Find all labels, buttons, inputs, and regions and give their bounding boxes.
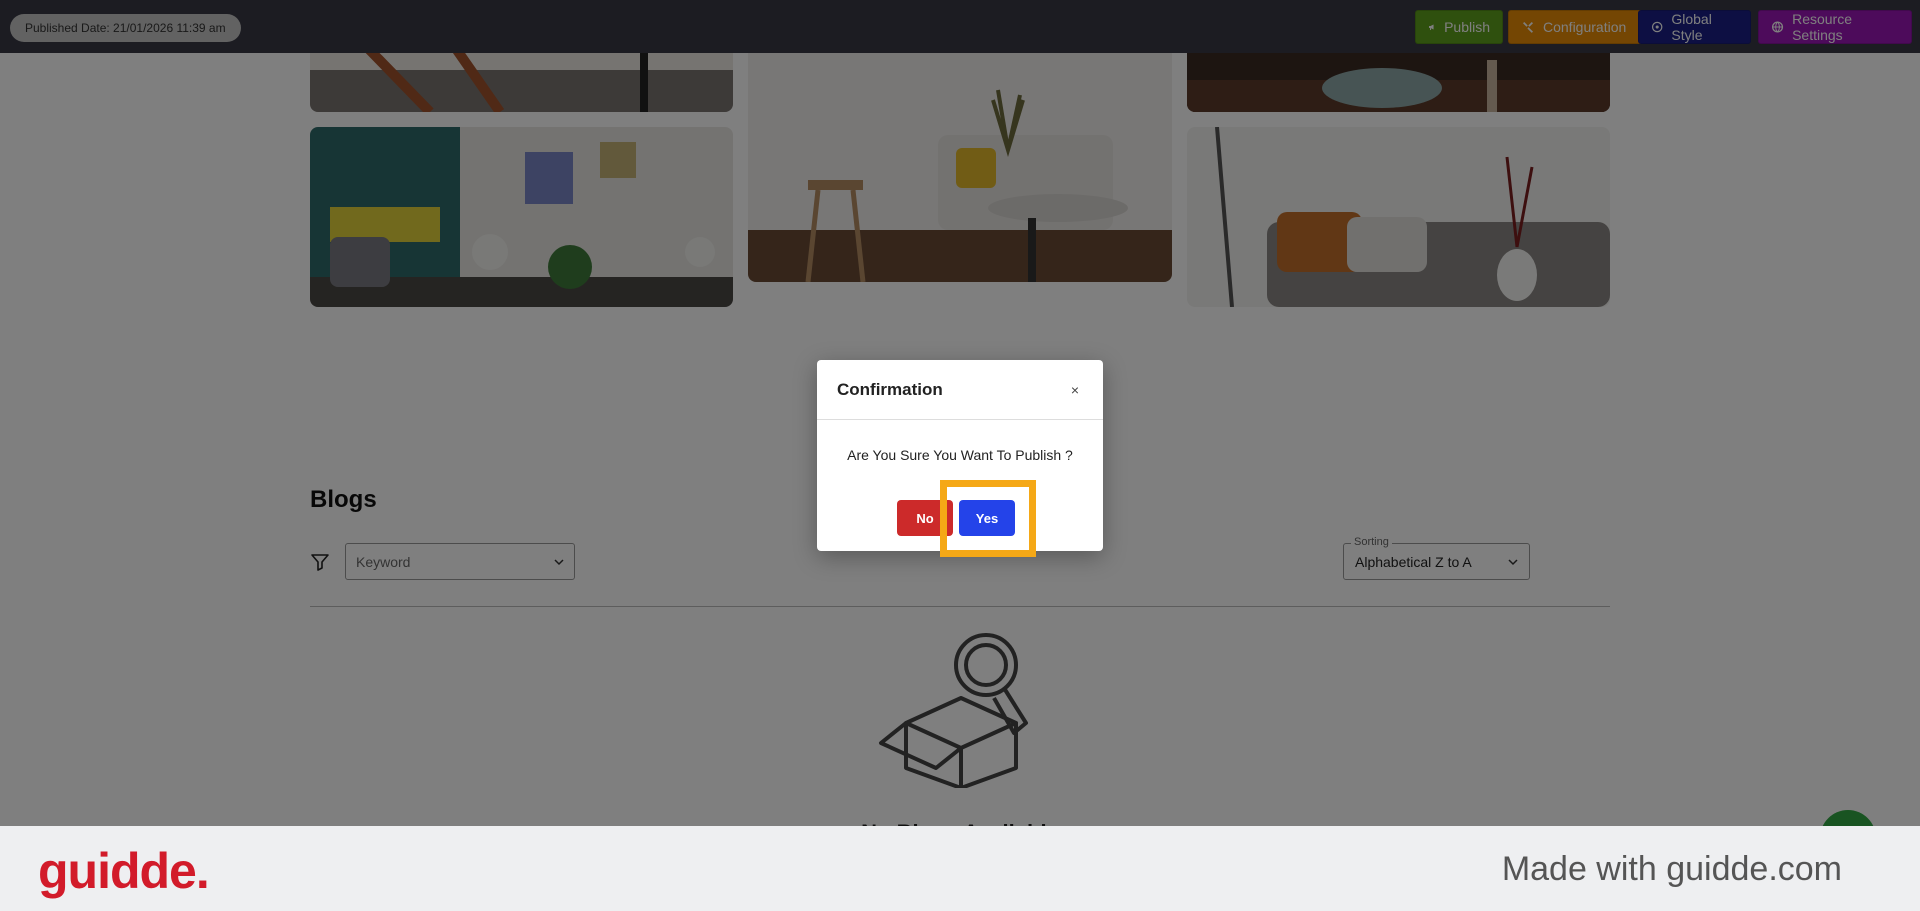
dialog-message: Are You Sure You Want To Publish ? bbox=[847, 447, 1073, 463]
close-icon[interactable]: × bbox=[1067, 382, 1083, 398]
made-with-text: Made with guidde.com bbox=[1501, 850, 1842, 888]
guidde-logo: guidde. bbox=[38, 843, 210, 899]
dialog-title: Confirmation bbox=[837, 379, 943, 399]
click-highlight-box bbox=[940, 480, 1036, 557]
dialog-header: Confirmation × bbox=[817, 360, 1103, 420]
guidde-footer: guidde. Made with guidde.com bbox=[0, 826, 1920, 911]
